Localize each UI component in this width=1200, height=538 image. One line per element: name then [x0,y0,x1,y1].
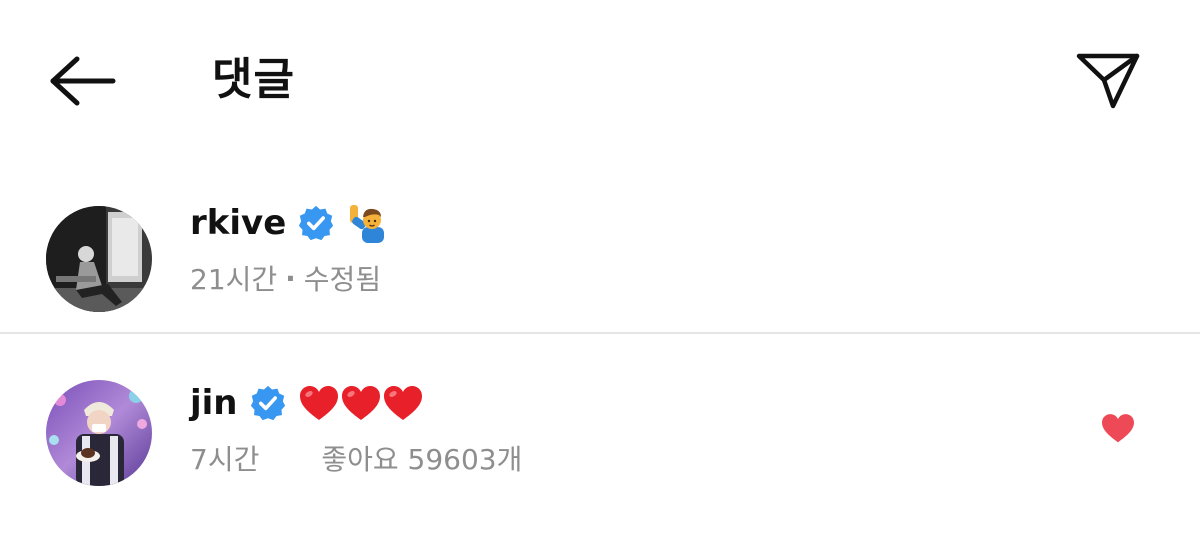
comment-text [298,383,424,423]
heart-filled-icon [1102,414,1134,443]
meta-separator: · [285,261,296,295]
person-raising-hand-emoji-icon [350,205,385,243]
username[interactable]: jin [190,381,238,425]
red-heart-emoji-icon [341,386,380,420]
comment-text [346,203,386,243]
page-title: 댓글 [212,54,295,105]
like-count[interactable]: 좋아요 59603개 [321,438,522,478]
red-heart-emoji-icon [299,386,338,420]
edited-label: 수정됨 [303,263,382,296]
verified-badge-icon [298,205,334,241]
comment-time: 21시간 [190,263,278,296]
comment-meta: 21시간 · 수정됨 [190,256,381,300]
comment-meta: 7시간 좋아요 59603개 [190,436,522,480]
red-heart-emoji-icon [383,386,422,420]
paper-plane-icon [1076,53,1140,109]
app-header: 댓글 [0,0,1200,160]
like-button[interactable] [1098,408,1138,448]
back-button[interactable] [40,46,124,116]
verified-badge-icon [250,385,286,421]
username[interactable]: rkive [190,201,286,245]
username-row: jin [190,378,424,428]
avatar[interactable] [46,206,152,312]
comment-time: 7시간 [190,443,260,476]
avatar-photo [46,206,152,312]
comment-divider [0,332,1200,334]
share-button[interactable] [1068,40,1148,120]
username-row: rkive [190,198,386,248]
arrow-left-icon [50,56,116,106]
avatar-photo [46,380,152,486]
comment-item: rkive 21시간 · 수정됨 [0,192,1200,324]
avatar[interactable] [46,380,152,486]
comment-item: jin 7시간 좋아요 59603개 [0,372,1200,504]
